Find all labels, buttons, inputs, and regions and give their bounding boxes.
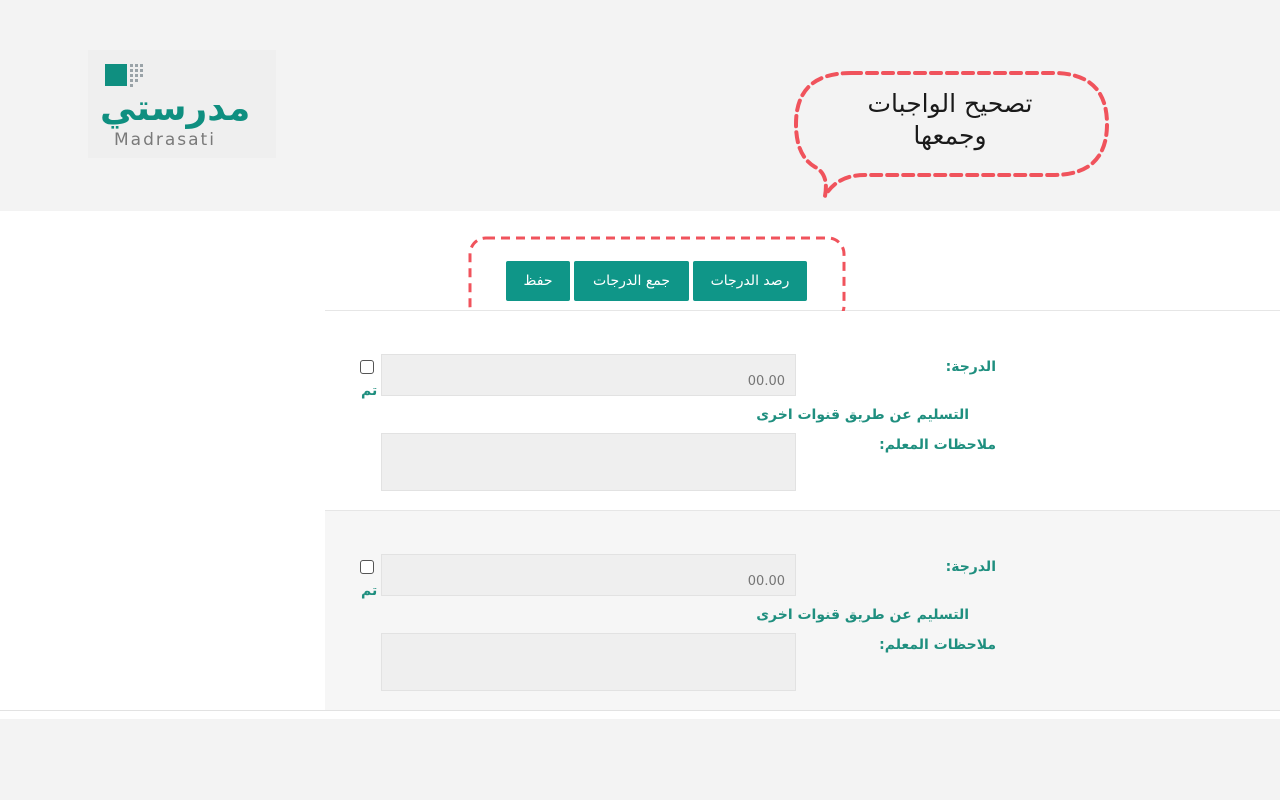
sum-grades-button[interactable]: جمع الدرجات xyxy=(574,261,689,301)
done-label: تم xyxy=(361,583,378,599)
delivery-label: التسليم عن طريق قنوات اخرى xyxy=(756,607,969,623)
callout-text: تصحيح الواجبات وجمعها xyxy=(830,88,1070,152)
grade-label: الدرجة: xyxy=(945,359,996,375)
save-button[interactable]: حفظ xyxy=(506,261,570,301)
record-grades-button[interactable]: رصد الدرجات xyxy=(693,261,807,301)
bottom-divider xyxy=(0,710,1280,711)
grading-record: الدرجة: تم التسليم عن طريق قنوات اخرى مل… xyxy=(325,311,1280,509)
callout-line-2: وجمعها xyxy=(913,121,987,150)
done-label: تم xyxy=(361,383,378,399)
grade-label: الدرجة: xyxy=(945,559,996,575)
teacher-notes-field[interactable] xyxy=(381,433,796,491)
teacher-notes-label: ملاحظات المعلم: xyxy=(879,437,996,453)
logo-arabic-text: مدرستي xyxy=(100,88,251,129)
done-checkbox[interactable] xyxy=(360,560,374,574)
teacher-notes-label: ملاحظات المعلم: xyxy=(879,637,996,653)
delivery-label: التسليم عن طريق قنوات اخرى xyxy=(756,407,969,423)
done-checkbox[interactable] xyxy=(360,360,374,374)
callout-line-1: تصحيح الواجبات xyxy=(867,89,1033,118)
madrasati-logo: مدرستي Madrasati xyxy=(88,50,276,158)
logo-english-text: Madrasati xyxy=(114,130,216,150)
teacher-notes-field[interactable] xyxy=(381,633,796,691)
grading-record: الدرجة: تم التسليم عن طريق قنوات اخرى مل… xyxy=(325,510,1280,711)
grade-input[interactable] xyxy=(381,554,796,596)
grade-input[interactable] xyxy=(381,354,796,396)
